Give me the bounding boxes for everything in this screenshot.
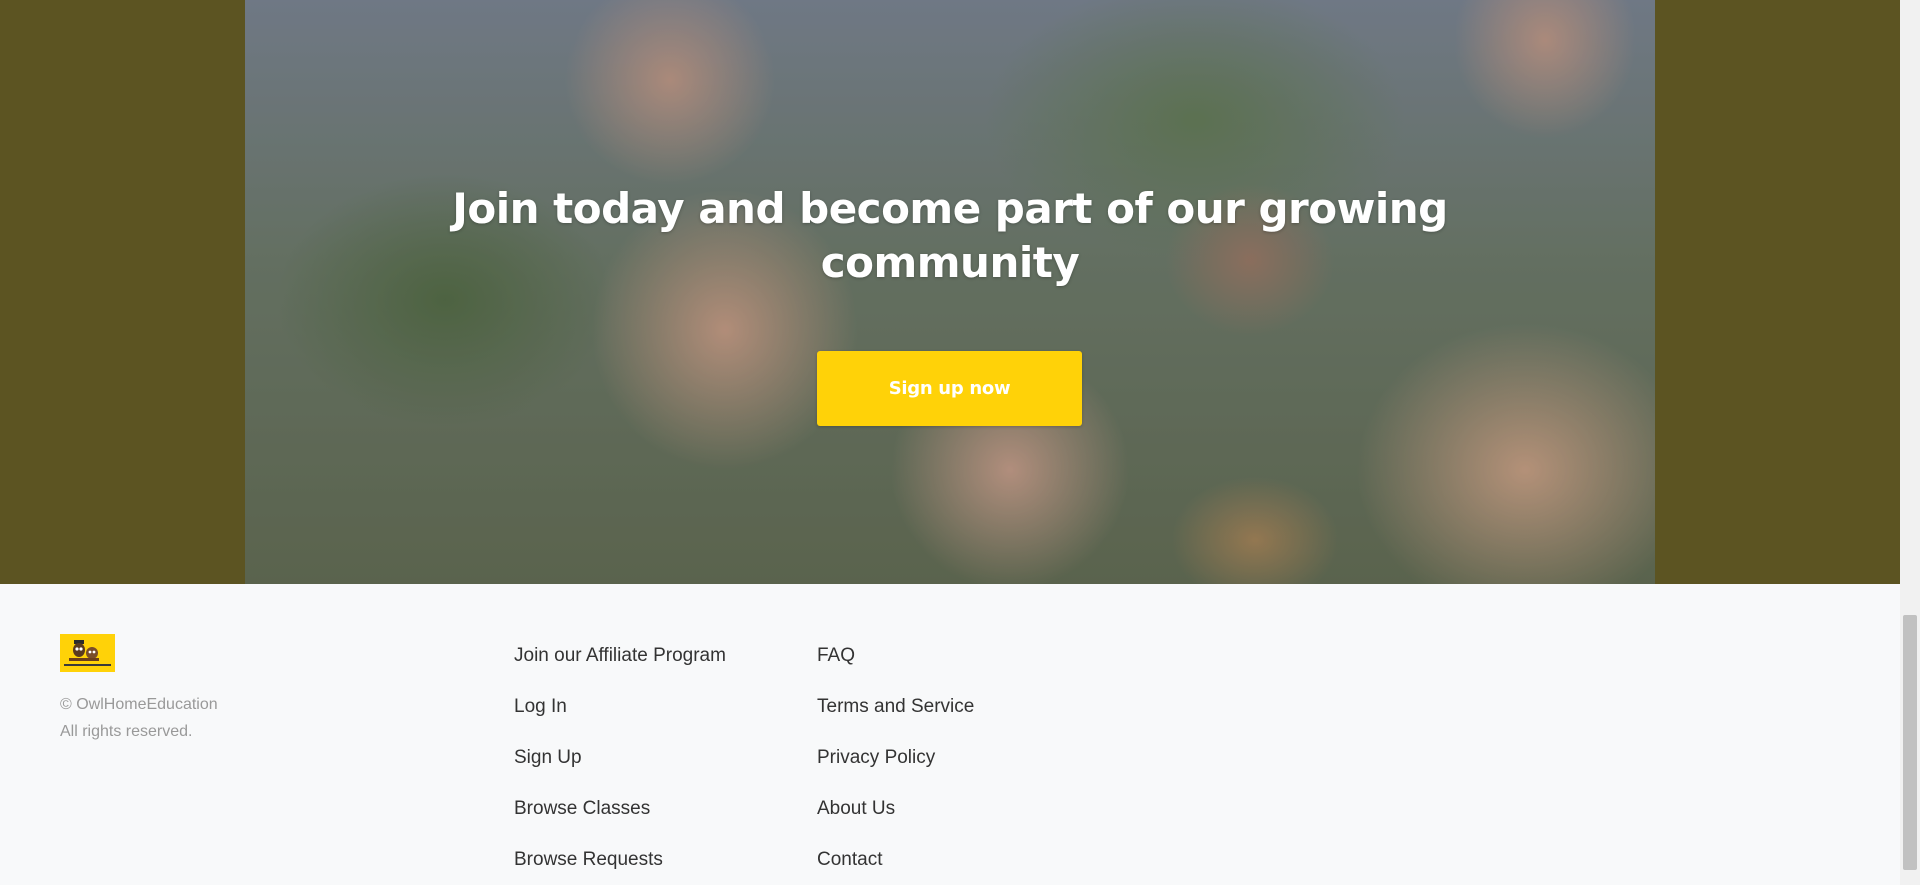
privacy-policy-link[interactable]: Privacy Policy <box>817 747 935 768</box>
footer-link-item: Contact <box>817 848 974 885</box>
footer: © OwlHomeEducation All rights reserved. … <box>0 584 1900 885</box>
log-in-link[interactable]: Log In <box>514 696 567 717</box>
about-us-link[interactable]: About Us <box>817 798 895 819</box>
footer-link-item: Join our Affiliate Program <box>514 644 726 695</box>
contact-link[interactable]: Contact <box>817 849 882 870</box>
footer-link-item: Browse Classes <box>514 797 726 848</box>
footer-link-item: FAQ <box>817 644 974 695</box>
scrollbar-thumb[interactable] <box>1903 615 1917 870</box>
affiliate-program-link[interactable]: Join our Affiliate Program <box>514 645 726 666</box>
sign-up-now-button[interactable]: Sign up now <box>817 351 1082 426</box>
cta-title: Join today and become part of our growin… <box>245 182 1655 290</box>
vertical-scrollbar[interactable] <box>1900 0 1920 885</box>
owl-home-education-logo[interactable] <box>60 634 115 672</box>
cta-section: Join today and become part of our growin… <box>0 0 1900 584</box>
footer-link-item: Log In <box>514 695 726 746</box>
footer-link-item: Privacy Policy <box>817 746 974 797</box>
terms-and-service-link[interactable]: Terms and Service <box>817 696 974 717</box>
logo-icon <box>60 634 115 672</box>
page: Join today and become part of our growin… <box>0 0 1920 885</box>
copyright-line-2: All rights reserved. <box>60 723 193 740</box>
cta-title-line-2: community <box>820 238 1080 287</box>
faq-link[interactable]: FAQ <box>817 645 855 666</box>
browse-requests-link[interactable]: Browse Requests <box>514 849 663 870</box>
hero-image-children-smiling <box>245 0 1655 584</box>
browse-classes-link[interactable]: Browse Classes <box>514 798 650 819</box>
copyright-line-1: © OwlHomeEducation <box>60 696 218 713</box>
copyright: © OwlHomeEducation All rights reserved. <box>60 691 218 745</box>
footer-link-item: About Us <box>817 797 974 848</box>
cta-title-line-1: Join today and become part of our growin… <box>452 184 1448 233</box>
hero-overlay <box>245 0 1655 584</box>
footer-links-column-2: FAQ Terms and Service Privacy Policy Abo… <box>817 644 974 885</box>
footer-link-item: Browse Requests <box>514 848 726 885</box>
sign-up-link[interactable]: Sign Up <box>514 747 582 768</box>
footer-link-item: Terms and Service <box>817 695 974 746</box>
footer-links-column-1: Join our Affiliate Program Log In Sign U… <box>514 644 726 885</box>
footer-link-item: Sign Up <box>514 746 726 797</box>
